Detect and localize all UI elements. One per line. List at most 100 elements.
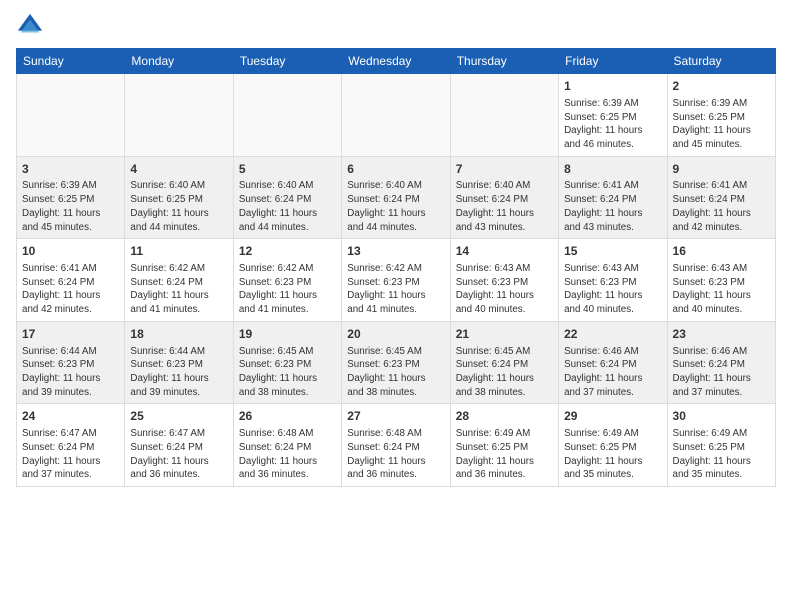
- day-number: 19: [239, 326, 336, 343]
- day-info: Sunrise: 6:40 AM Sunset: 6:24 PM Dayligh…: [239, 179, 336, 234]
- calendar-day-cell: 19 Sunrise: 6:45 AM Sunset: 6:23 PM Dayli…: [233, 321, 341, 404]
- day-info: Sunrise: 6:41 AM Sunset: 6:24 PM Dayligh…: [22, 262, 119, 317]
- day-number: 26: [239, 408, 336, 425]
- day-info: Sunrise: 6:42 AM Sunset: 6:23 PM Dayligh…: [239, 262, 336, 317]
- day-number: 1: [564, 78, 661, 95]
- day-number: 16: [673, 243, 770, 260]
- day-number: 20: [347, 326, 444, 343]
- calendar-col-header: Tuesday: [233, 49, 341, 74]
- day-number: 4: [130, 161, 227, 178]
- calendar-day-cell: 12 Sunrise: 6:42 AM Sunset: 6:23 PM Dayli…: [233, 239, 341, 322]
- calendar-day-cell: 7Sunrise: 6:40 AM Sunset: 6:24 PM Daylig…: [450, 156, 558, 239]
- day-info: Sunrise: 6:42 AM Sunset: 6:23 PM Dayligh…: [347, 262, 444, 317]
- calendar-day-cell: 14 Sunrise: 6:43 AM Sunset: 6:23 PM Dayli…: [450, 239, 558, 322]
- calendar-day-cell: 16 Sunrise: 6:43 AM Sunset: 6:23 PM Dayli…: [667, 239, 775, 322]
- day-info: Sunrise: 6:39 AM Sunset: 6:25 PM Dayligh…: [22, 179, 119, 234]
- day-number: 2: [673, 78, 770, 95]
- calendar-day-cell: 20Sunrise: 6:45 AM Sunset: 6:23 PM Dayli…: [342, 321, 450, 404]
- day-number: 11: [130, 243, 227, 260]
- day-info: Sunrise: 6:48 AM Sunset: 6:24 PM Dayligh…: [239, 427, 336, 482]
- calendar-day-cell: 30 Sunrise: 6:49 AM Sunset: 6:25 PM Dayli…: [667, 404, 775, 487]
- calendar-header-row: SundayMondayTuesdayWednesdayThursdayFrid…: [17, 49, 776, 74]
- calendar-day-cell: 6Sunrise: 6:40 AM Sunset: 6:24 PM Daylig…: [342, 156, 450, 239]
- calendar-day-cell: 11 Sunrise: 6:42 AM Sunset: 6:24 PM Dayli…: [125, 239, 233, 322]
- day-number: 9: [673, 161, 770, 178]
- calendar-day-cell: 24 Sunrise: 6:47 AM Sunset: 6:24 PM Dayli…: [17, 404, 125, 487]
- day-number: 25: [130, 408, 227, 425]
- calendar-day-cell: 29Sunrise: 6:49 AM Sunset: 6:25 PM Dayli…: [559, 404, 667, 487]
- day-number: 27: [347, 408, 444, 425]
- calendar-day-cell: [125, 74, 233, 157]
- day-number: 5: [239, 161, 336, 178]
- day-info: Sunrise: 6:39 AM Sunset: 6:25 PM Dayligh…: [673, 97, 770, 152]
- calendar-day-cell: 26 Sunrise: 6:48 AM Sunset: 6:24 PM Dayli…: [233, 404, 341, 487]
- day-number: 13: [347, 243, 444, 260]
- day-info: Sunrise: 6:40 AM Sunset: 6:24 PM Dayligh…: [456, 179, 553, 234]
- calendar-table: SundayMondayTuesdayWednesdayThursdayFrid…: [16, 48, 776, 487]
- day-info: Sunrise: 6:49 AM Sunset: 6:25 PM Dayligh…: [456, 427, 553, 482]
- calendar-day-cell: 5Sunrise: 6:40 AM Sunset: 6:24 PM Daylig…: [233, 156, 341, 239]
- day-number: 7: [456, 161, 553, 178]
- logo: [16, 12, 48, 40]
- day-number: 3: [22, 161, 119, 178]
- calendar-day-cell: 22 Sunrise: 6:46 AM Sunset: 6:24 PM Dayli…: [559, 321, 667, 404]
- day-number: 14: [456, 243, 553, 260]
- day-info: Sunrise: 6:46 AM Sunset: 6:24 PM Dayligh…: [564, 345, 661, 400]
- day-info: Sunrise: 6:43 AM Sunset: 6:23 PM Dayligh…: [564, 262, 661, 317]
- day-number: 24: [22, 408, 119, 425]
- day-info: Sunrise: 6:42 AM Sunset: 6:24 PM Dayligh…: [130, 262, 227, 317]
- calendar-day-cell: [342, 74, 450, 157]
- day-info: Sunrise: 6:39 AM Sunset: 6:25 PM Dayligh…: [564, 97, 661, 152]
- calendar-col-header: Saturday: [667, 49, 775, 74]
- day-number: 12: [239, 243, 336, 260]
- calendar-col-header: Wednesday: [342, 49, 450, 74]
- day-info: Sunrise: 6:41 AM Sunset: 6:24 PM Dayligh…: [673, 179, 770, 234]
- day-number: 21: [456, 326, 553, 343]
- calendar-day-cell: 3Sunrise: 6:39 AM Sunset: 6:25 PM Daylig…: [17, 156, 125, 239]
- calendar-week-row: 24 Sunrise: 6:47 AM Sunset: 6:24 PM Dayli…: [17, 404, 776, 487]
- day-info: Sunrise: 6:48 AM Sunset: 6:24 PM Dayligh…: [347, 427, 444, 482]
- logo-icon: [16, 12, 44, 40]
- day-info: Sunrise: 6:40 AM Sunset: 6:25 PM Dayligh…: [130, 179, 227, 234]
- calendar-day-cell: 1 Sunrise: 6:39 AM Sunset: 6:25 PM Daylig…: [559, 74, 667, 157]
- day-number: 28: [456, 408, 553, 425]
- calendar-col-header: Sunday: [17, 49, 125, 74]
- calendar-col-header: Monday: [125, 49, 233, 74]
- day-number: 10: [22, 243, 119, 260]
- day-info: Sunrise: 6:44 AM Sunset: 6:23 PM Dayligh…: [22, 345, 119, 400]
- calendar-day-cell: 18 Sunrise: 6:44 AM Sunset: 6:23 PM Dayli…: [125, 321, 233, 404]
- calendar-day-cell: [450, 74, 558, 157]
- day-info: Sunrise: 6:46 AM Sunset: 6:24 PM Dayligh…: [673, 345, 770, 400]
- day-number: 17: [22, 326, 119, 343]
- calendar-day-cell: 25 Sunrise: 6:47 AM Sunset: 6:24 PM Dayli…: [125, 404, 233, 487]
- day-info: Sunrise: 6:47 AM Sunset: 6:24 PM Dayligh…: [130, 427, 227, 482]
- day-info: Sunrise: 6:49 AM Sunset: 6:25 PM Dayligh…: [673, 427, 770, 482]
- calendar-day-cell: 9Sunrise: 6:41 AM Sunset: 6:24 PM Daylig…: [667, 156, 775, 239]
- day-info: Sunrise: 6:43 AM Sunset: 6:23 PM Dayligh…: [673, 262, 770, 317]
- day-info: Sunrise: 6:44 AM Sunset: 6:23 PM Dayligh…: [130, 345, 227, 400]
- day-number: 22: [564, 326, 661, 343]
- calendar-day-cell: 13 Sunrise: 6:42 AM Sunset: 6:23 PM Dayli…: [342, 239, 450, 322]
- calendar-day-cell: 2 Sunrise: 6:39 AM Sunset: 6:25 PM Daylig…: [667, 74, 775, 157]
- calendar-day-cell: 27 Sunrise: 6:48 AM Sunset: 6:24 PM Dayli…: [342, 404, 450, 487]
- day-info: Sunrise: 6:45 AM Sunset: 6:24 PM Dayligh…: [456, 345, 553, 400]
- day-info: Sunrise: 6:47 AM Sunset: 6:24 PM Dayligh…: [22, 427, 119, 482]
- calendar-col-header: Thursday: [450, 49, 558, 74]
- calendar-day-cell: 23 Sunrise: 6:46 AM Sunset: 6:24 PM Dayli…: [667, 321, 775, 404]
- day-number: 29: [564, 408, 661, 425]
- calendar-day-cell: [233, 74, 341, 157]
- calendar-day-cell: 10 Sunrise: 6:41 AM Sunset: 6:24 PM Dayli…: [17, 239, 125, 322]
- calendar-day-cell: 21 Sunrise: 6:45 AM Sunset: 6:24 PM Dayli…: [450, 321, 558, 404]
- calendar-week-row: 10 Sunrise: 6:41 AM Sunset: 6:24 PM Dayli…: [17, 239, 776, 322]
- day-info: Sunrise: 6:43 AM Sunset: 6:23 PM Dayligh…: [456, 262, 553, 317]
- day-number: 18: [130, 326, 227, 343]
- calendar-col-header: Friday: [559, 49, 667, 74]
- day-number: 8: [564, 161, 661, 178]
- day-number: 23: [673, 326, 770, 343]
- day-number: 30: [673, 408, 770, 425]
- calendar-day-cell: 17 Sunrise: 6:44 AM Sunset: 6:23 PM Dayli…: [17, 321, 125, 404]
- calendar-day-cell: 4Sunrise: 6:40 AM Sunset: 6:25 PM Daylig…: [125, 156, 233, 239]
- calendar-day-cell: [17, 74, 125, 157]
- page-header: [16, 12, 776, 40]
- day-info: Sunrise: 6:45 AM Sunset: 6:23 PM Dayligh…: [239, 345, 336, 400]
